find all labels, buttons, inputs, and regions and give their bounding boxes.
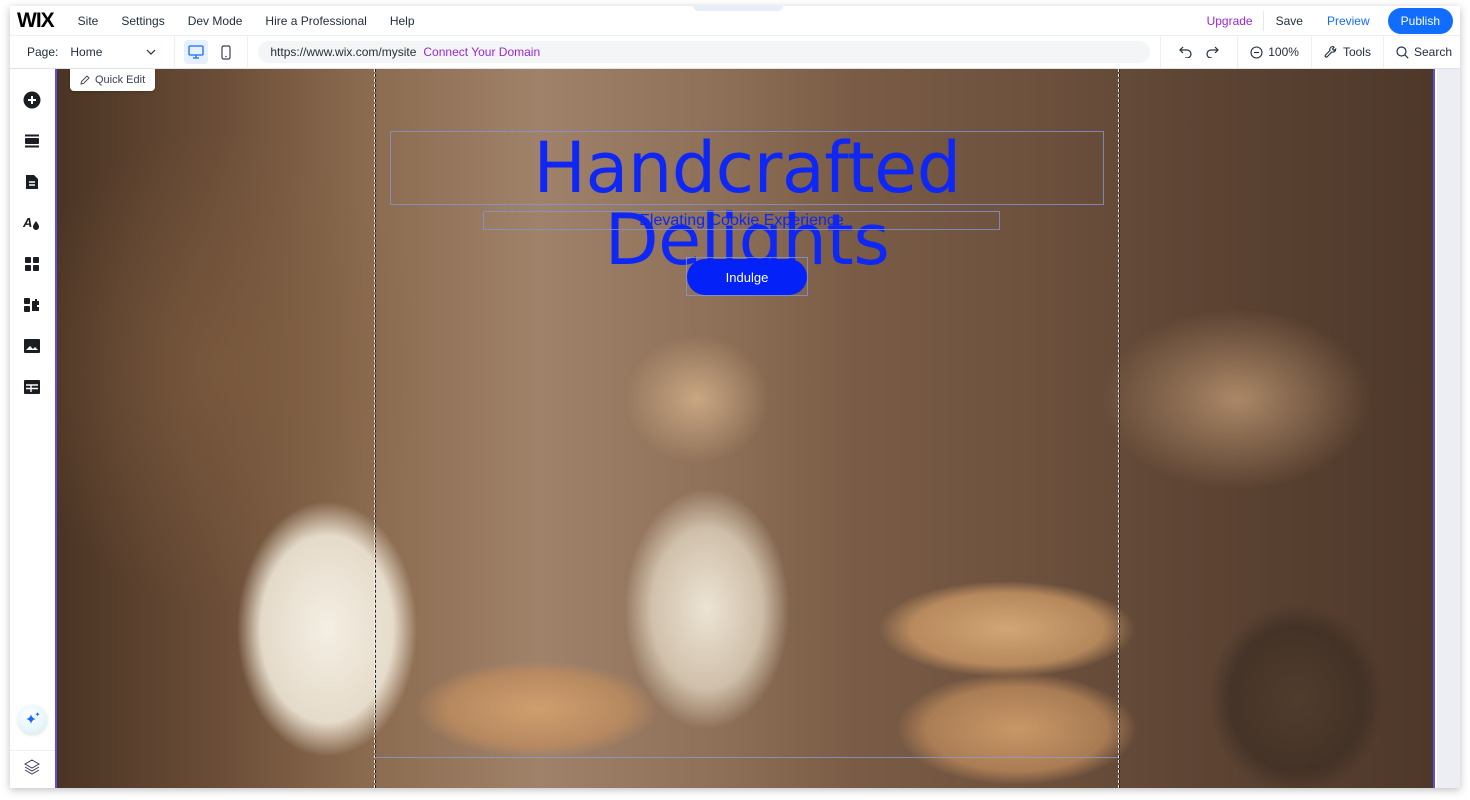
chevron-down-icon[interactable] <box>142 43 160 61</box>
divider <box>174 35 176 69</box>
tools-label: Tools <box>1342 45 1371 59</box>
left-sidebar: A <box>10 69 55 788</box>
divider <box>10 750 55 751</box>
apps-grid-icon <box>25 257 39 271</box>
add-elements-button[interactable] <box>22 90 42 110</box>
mobile-view-button[interactable] <box>214 40 238 64</box>
site-design-button[interactable]: A <box>22 213 42 233</box>
design-icon: A <box>23 215 39 230</box>
right-scroll-panel[interactable] <box>1437 69 1460 788</box>
page-select[interactable]: Home <box>70 45 142 59</box>
menubar-actions: Upgrade Save Preview Publish <box>1197 6 1460 35</box>
svg-text:A: A <box>23 215 32 230</box>
ai-assistant-button[interactable] <box>18 705 47 734</box>
puzzle-icon <box>24 298 39 312</box>
business-apps-button[interactable] <box>22 295 42 315</box>
toolbar: Page: Home https://www.wix.com/mysite Co… <box>10 35 1460 69</box>
table-icon <box>24 380 40 394</box>
page-label: Page: <box>27 45 59 59</box>
zoom-out-icon <box>1250 45 1263 59</box>
desktop-view-button[interactable] <box>184 40 209 64</box>
undo-icon[interactable] <box>1175 41 1197 63</box>
preview-button[interactable]: Preview <box>1315 14 1382 28</box>
pencil-icon <box>80 75 90 85</box>
undo-redo-group <box>1160 36 1237 68</box>
subtitle: Elevating Cookie Experience <box>639 212 844 229</box>
menu-settings[interactable]: Settings <box>121 14 164 28</box>
page-icon <box>26 175 38 189</box>
headline: Handcrafted Delights <box>533 127 961 281</box>
media-button[interactable] <box>22 336 42 356</box>
save-button[interactable]: Save <box>1264 14 1315 28</box>
editor-canvas[interactable]: Quick Edit Handcrafted Delights Elevatin… <box>55 69 1435 788</box>
sparkle-icon <box>25 711 40 724</box>
grid-guide-left <box>375 69 376 788</box>
publish-button[interactable]: Publish <box>1387 7 1453 34</box>
quick-edit-button[interactable]: Quick Edit <box>70 69 156 91</box>
pages-menu-button[interactable] <box>22 172 42 192</box>
layers-button[interactable] <box>22 757 42 777</box>
indulge-button[interactable]: Indulge <box>687 259 807 295</box>
quick-edit-label: Quick Edit <box>95 74 146 86</box>
grid-guide-right <box>1119 69 1120 788</box>
wix-logo[interactable]: WIX <box>17 9 55 33</box>
divider <box>247 35 249 69</box>
add-apps-button[interactable] <box>22 254 42 274</box>
add-section-button[interactable] <box>22 131 42 151</box>
url-bar[interactable]: https://www.wix.com/mysite Connect Your … <box>258 41 1151 63</box>
menu-help[interactable]: Help <box>390 14 415 28</box>
search-icon <box>1396 45 1409 59</box>
headline-text-element[interactable]: Handcrafted Delights <box>390 131 1104 276</box>
mobile-icon <box>221 44 231 60</box>
subtitle-text-element[interactable]: Elevating Cookie Experience <box>483 211 1000 230</box>
menubar: WIX Site Settings Dev Mode Hire a Profes… <box>10 6 1460 36</box>
search-button[interactable]: Search <box>1382 36 1460 68</box>
menu-dev-mode[interactable]: Dev Mode <box>188 14 243 28</box>
section-bottom-guide <box>375 757 1118 758</box>
menu-site[interactable]: Site <box>78 14 99 28</box>
tools-button[interactable]: Tools <box>1310 36 1383 68</box>
upgrade-link[interactable]: Upgrade <box>1197 14 1263 28</box>
zoom-control[interactable]: 100% <box>1237 36 1311 68</box>
site-url: https://www.wix.com/mysite <box>270 45 417 59</box>
search-label: Search <box>1413 45 1452 59</box>
cms-button[interactable] <box>22 377 42 397</box>
plus-circle-icon <box>23 91 41 109</box>
section-icon <box>25 134 39 148</box>
desktop-icon <box>188 45 205 59</box>
wix-editor-window: WIX Site Settings Dev Mode Hire a Profes… <box>10 6 1460 788</box>
cta-button-element[interactable]: Indulge <box>686 257 808 296</box>
connect-domain-link[interactable]: Connect Your Domain <box>423 45 540 59</box>
redo-icon[interactable] <box>1201 41 1223 63</box>
image-icon <box>24 339 40 353</box>
zoom-level: 100% <box>1268 45 1299 59</box>
wrench-icon <box>1324 45 1337 58</box>
menu-hire-professional[interactable]: Hire a Professional <box>265 14 366 28</box>
layers-icon <box>24 759 40 775</box>
